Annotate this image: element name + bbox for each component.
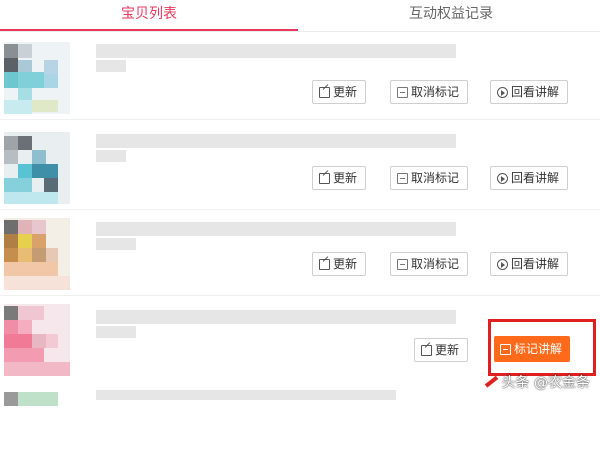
play-circle-icon	[497, 86, 508, 98]
unmark-button[interactable]: 取消标记	[390, 80, 469, 104]
unmark-icon	[397, 86, 408, 98]
blurred-product-title	[96, 44, 456, 58]
play-circle-icon	[497, 172, 508, 184]
blurred-product-subtitle	[96, 60, 126, 72]
product-thumbnail[interactable]	[4, 42, 70, 114]
list-item	[0, 384, 600, 470]
replay-button-label: 回看讲解	[511, 85, 560, 99]
update-button-label: 更新	[333, 171, 358, 185]
tab-goods-list[interactable]: 宝贝列表	[0, 4, 298, 32]
unmark-button[interactable]: 取消标记	[390, 166, 469, 190]
edit-icon	[319, 258, 330, 270]
update-button[interactable]: 更新	[414, 338, 469, 362]
blurred-product-subtitle	[96, 238, 136, 250]
product-thumbnail[interactable]	[4, 218, 70, 290]
unmark-button[interactable]: 取消标记	[390, 252, 469, 276]
replay-button[interactable]: 回看讲解	[490, 166, 569, 190]
edit-icon	[319, 86, 330, 98]
update-button-label: 更新	[435, 343, 460, 357]
list-item: 更新 取消标记 回看讲解	[0, 34, 600, 120]
update-button-label: 更新	[333, 257, 358, 271]
edit-icon	[421, 344, 432, 356]
play-circle-icon	[497, 258, 508, 270]
replay-button-label: 回看讲解	[511, 171, 560, 185]
blurred-product-subtitle	[96, 326, 136, 338]
blurred-product-title	[96, 390, 396, 400]
highlight-annotation-box	[488, 319, 596, 376]
edit-icon	[319, 172, 330, 184]
replay-button[interactable]: 回看讲解	[490, 80, 569, 104]
replay-button[interactable]: 回看讲解	[490, 252, 569, 276]
product-thumbnail[interactable]	[4, 132, 70, 204]
list-item: 更新 取消标记 回看讲解	[0, 210, 600, 296]
unmark-icon	[397, 172, 408, 184]
blurred-product-subtitle	[96, 150, 126, 162]
tab-bar: 宝贝列表 互动权益记录	[0, 0, 600, 32]
watermark: 头条 @农金条	[501, 375, 590, 391]
blurred-product-title	[96, 134, 456, 148]
blurred-product-title	[96, 222, 456, 236]
list-item: 更新 取消标记 回看讲解	[0, 124, 600, 210]
unmark-button-label: 取消标记	[411, 171, 460, 185]
product-thumbnail[interactable]	[4, 304, 70, 376]
update-button[interactable]: 更新	[312, 166, 367, 190]
tab-interactive-rights[interactable]: 互动权益记录	[302, 4, 600, 32]
unmark-icon	[397, 258, 408, 270]
update-button[interactable]: 更新	[312, 252, 367, 276]
tab-divider	[0, 31, 600, 32]
blurred-product-title	[96, 310, 456, 324]
unmark-button-label: 取消标记	[411, 257, 460, 271]
update-button-label: 更新	[333, 85, 358, 99]
divider	[0, 119, 600, 120]
product-thumbnail[interactable]	[4, 392, 70, 464]
update-button[interactable]: 更新	[312, 80, 367, 104]
unmark-button-label: 取消标记	[411, 85, 460, 99]
replay-button-label: 回看讲解	[511, 257, 560, 271]
